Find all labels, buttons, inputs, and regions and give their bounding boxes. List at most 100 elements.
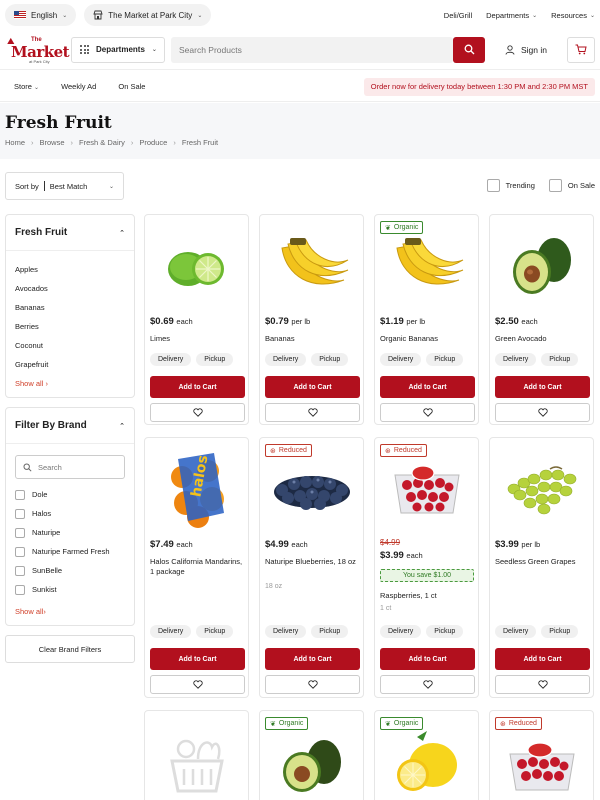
add-to-cart-button[interactable]: Add to Cart [495,376,590,398]
brand-label: Dole [32,490,48,499]
product-card[interactable]: halos $7.49 each Halos California Mandar… [144,437,249,698]
brand-checkbox[interactable] [15,584,25,595]
category-panel-header[interactable]: Fresh Fruit ⌃ [6,215,134,251]
favorite-button[interactable] [495,403,590,422]
brand-item[interactable]: Dole [15,485,125,504]
subnav-on-sale[interactable]: On Sale [118,82,145,91]
add-to-cart-button[interactable]: Add to Cart [150,376,245,398]
avocado-image[interactable] [496,223,588,309]
brand-item[interactable]: SunBelle [15,561,125,580]
placeholder-basket-image[interactable] [151,719,243,800]
product-card[interactable]: $0.69 each Limes Delivery Pickup Add to C… [144,214,249,425]
add-to-cart-button[interactable]: Add to Cart [265,376,360,398]
product-name[interactable]: Seedless Green Grapes [495,557,590,567]
trending-checkbox[interactable] [486,179,500,192]
category-item[interactable]: Grapefruit [15,355,125,374]
organic-avocado-image[interactable] [266,719,358,800]
favorite-button[interactable] [495,675,590,694]
breadcrumb-produce[interactable]: Produce [139,138,167,147]
favorite-button[interactable] [380,403,475,422]
category-item[interactable]: Avocados [15,279,125,298]
category-item[interactable]: Apples [15,260,125,279]
breadcrumb-browse[interactable]: Browse [40,138,65,147]
blueberries-image[interactable] [266,446,358,532]
subnav-weekly-ad[interactable]: Weekly Ad [61,82,96,91]
brand-item[interactable]: Naturipe [15,523,125,542]
add-to-cart-button[interactable]: Add to Cart [495,648,590,670]
sort-dropdown[interactable]: Sort by Best Match ⌄ [5,172,124,200]
limes-image[interactable] [151,223,243,309]
favorite-button[interactable] [150,675,245,694]
clear-brand-filters-button[interactable]: Clear Brand Filters [5,635,135,663]
category-item[interactable]: Bananas [15,298,125,317]
add-to-cart-button[interactable]: Add to Cart [380,376,475,398]
brand-item[interactable]: Naturipe Farmed Fresh [15,542,125,561]
product-card[interactable]: $0.79 per lb Bananas Delivery Pickup Add … [259,214,364,425]
product-card[interactable] [144,710,249,800]
top-link-deli[interactable]: Deli/Grill [444,11,472,20]
brand-checkbox[interactable] [15,565,25,576]
brand-checkbox[interactable] [15,489,25,500]
search-input[interactable]: Search Products [171,36,453,63]
favorite-button[interactable] [380,675,475,694]
product-name[interactable]: Bananas [265,334,360,344]
product-name[interactable]: Naturipe Blueberries, 18 oz [265,557,360,567]
top-link-departments[interactable]: Departments ⌄ [486,11,537,20]
product-card[interactable]: ⊛ Reduced $4.99 $3.99 each You save $1.00… [374,437,479,698]
product-card[interactable]: ⊛ Reduced [489,710,594,800]
departments-button[interactable]: Departments ⌄ [71,36,165,63]
favorite-button[interactable] [265,675,360,694]
on-sale-toggle[interactable]: On Sale [548,179,595,192]
raspberries-clamshell-image[interactable] [496,719,588,800]
subnav-store[interactable]: Store ⌄ [14,82,39,91]
search-button[interactable] [453,36,485,63]
brand-checkbox[interactable] [15,527,25,538]
top-link-resources[interactable]: Resources ⌄ [551,11,595,20]
brand-show-all[interactable]: Show all › [15,599,125,625]
bananas-image[interactable] [266,223,358,309]
product-name[interactable]: Raspberries, 1 ct [380,591,475,601]
green-grapes-image[interactable] [496,446,588,532]
product-name[interactable]: Organic Bananas [380,334,475,344]
favorite-button[interactable] [265,403,360,422]
product-name[interactable]: Halos California Mandarins, 1 package [150,557,245,577]
store-logo[interactable]: ⛰ The Market at Park City [5,34,70,66]
cart-button[interactable] [567,36,595,63]
chevron-up-icon: ⌃ [119,422,125,430]
price-value: $3.99 [380,550,404,561]
product-card[interactable]: $3.99 per lb Seedless Green Grapes Deliv… [489,437,594,698]
brand-search-input[interactable]: Search [15,455,125,479]
product-name[interactable]: Limes [150,334,245,344]
on-sale-checkbox[interactable] [548,179,562,192]
brand-panel-header[interactable]: Filter By Brand ⌃ [6,408,134,444]
add-to-cart-button[interactable]: Add to Cart [150,648,245,670]
add-to-cart-button[interactable]: Add to Cart [380,648,475,670]
breadcrumb-fresh-dairy[interactable]: Fresh & Dairy [79,138,125,147]
halos-mandarins-image[interactable]: halos [151,446,243,532]
product-card[interactable]: $2.50 each Green Avocado Delivery Pickup … [489,214,594,425]
trending-toggle[interactable]: Trending [486,179,535,192]
product-card[interactable]: ❦ Organic [259,710,364,800]
lemon-image[interactable] [381,719,473,800]
product-name[interactable]: Green Avocado [495,334,590,344]
signin-link[interactable]: Sign in [505,45,547,55]
category-item[interactable]: Berries [15,317,125,336]
brand-checkbox[interactable] [15,546,25,557]
favorite-button[interactable] [150,403,245,422]
add-to-cart-button[interactable]: Add to Cart [265,648,360,670]
price-unit: per lb [521,540,541,549]
store-selector[interactable]: The Market at Park City ⌄ [84,4,212,26]
product-card[interactable]: ❦ Organic [374,710,479,800]
organic-bananas-image[interactable] [381,223,473,309]
breadcrumb-home[interactable]: Home [5,138,25,147]
chevron-right-icon: › [31,138,34,147]
brand-checkbox[interactable] [15,508,25,519]
product-card[interactable]: ❦ Organic $1.19 per lb Organic Bananas De… [374,214,479,425]
category-show-all[interactable]: Show all › [15,374,125,393]
category-item[interactable]: Coconut [15,336,125,355]
brand-item[interactable]: Halos [15,504,125,523]
product-card[interactable]: ⊛ Reduced $4.99 each Naturipe Blueberries… [259,437,364,698]
brand-item[interactable]: Sunkist [15,580,125,599]
language-selector[interactable]: English ⌄ [5,4,77,26]
raspberries-image[interactable] [381,446,473,532]
